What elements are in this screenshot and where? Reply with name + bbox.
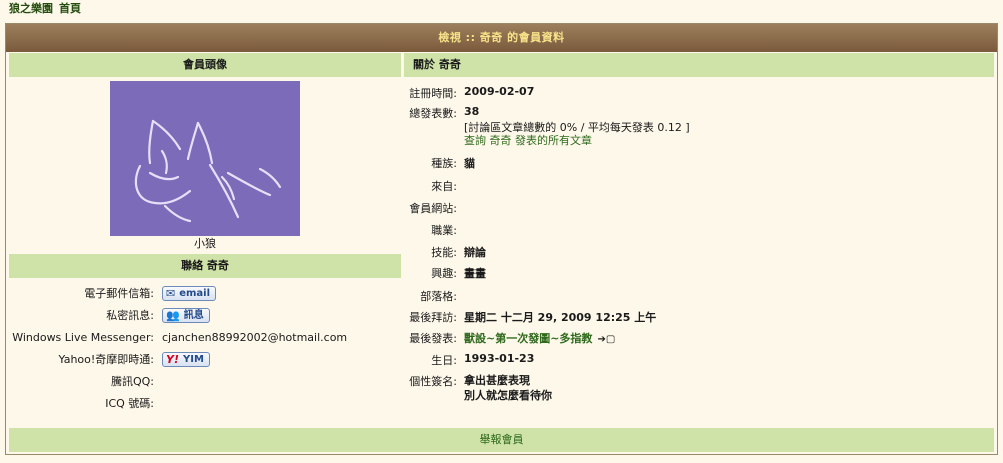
row-last-post: 最後發表: 獸設~第一次發圖~多指教 ➔▢ — [404, 330, 690, 352]
row-interest: 興趣: 畫畫 — [404, 265, 690, 288]
private-message-button[interactable]: 👥 訊息 — [162, 307, 210, 323]
occupation-label: 職業: — [431, 224, 457, 237]
icq-label: ICQ 號碼: — [105, 397, 154, 410]
yim-label: Yahoo!奇摩即時通: — [58, 353, 155, 366]
skill-value: 辯論 — [464, 246, 486, 259]
website-value — [464, 200, 690, 222]
contact-row-icq: ICQ 號碼: — [9, 392, 347, 414]
contact-heading: 聯絡 奇奇 — [9, 254, 401, 278]
private-message-button-label: 訊息 — [183, 309, 204, 321]
breadcrumb: 狼之樂園 首頁 — [0, 0, 1003, 18]
avatar-caption: 小狼 — [194, 237, 216, 250]
yim-button-label: YIM — [182, 353, 204, 365]
last-post-label: 最後發表: — [409, 332, 457, 345]
signature-line-1: 拿出甚麼表現 — [464, 374, 530, 387]
about-table: 註冊時間: 2009-02-07 總發表數: 38 [討論區文章總數的 0% /… — [404, 85, 690, 403]
last-visit-value: 星期二 十二月 29, 2009 12:25 上午 — [464, 311, 657, 324]
row-skill: 技能: 辯論 — [404, 244, 690, 265]
posts-value: 38 — [464, 105, 480, 118]
qq-label: 騰訊QQ: — [110, 375, 154, 388]
email-button[interactable]: ✉ email — [162, 285, 217, 301]
report-user-link[interactable]: 舉報會員 — [480, 433, 524, 446]
page-title: 檢視 :: 奇奇 的會員資料 — [6, 24, 997, 52]
race-label: 種族: — [431, 157, 457, 170]
breadcrumb-home-link[interactable]: 首頁 — [59, 2, 81, 15]
row-website: 會員網站: — [404, 200, 690, 222]
row-last-visit: 最後拜訪: 星期二 十二月 29, 2009 12:25 上午 — [404, 309, 690, 330]
row-posts: 總發表數: 38 [討論區文章總數的 0% / 平均每天發表 0.12 ] 查詢… — [404, 105, 690, 155]
qq-value — [160, 370, 347, 392]
interest-value: 畫畫 — [464, 267, 486, 280]
blog-label: 部落格: — [420, 290, 457, 303]
blog-value — [464, 288, 690, 309]
goto-post-icon[interactable]: ➔▢ — [597, 334, 615, 345]
last-post-link[interactable]: 獸設~第一次發圖~多指教 — [464, 332, 592, 345]
contact-row-qq: 騰訊QQ: — [9, 370, 347, 392]
joined-label: 註冊時間: — [409, 87, 457, 100]
pm-label: 私密訊息: — [106, 309, 154, 322]
race-value: 貓 — [464, 157, 475, 170]
interest-label: 興趣: — [431, 267, 457, 280]
about-heading: 關於 奇奇 — [404, 53, 994, 77]
avatar — [110, 81, 300, 236]
posts-stats: [討論區文章總數的 0% / 平均每天發表 0.12 ] — [464, 121, 690, 134]
row-signature: 個性簽名: 拿出甚麼表現 別人就怎麼看待你 — [404, 373, 690, 403]
birthday-value: 1993-01-23 — [464, 352, 535, 365]
website-label: 會員網站: — [409, 202, 457, 215]
contact-row-email: 電子郵件信箱: ✉ email — [9, 282, 347, 304]
yahoo-icon: Y! — [166, 352, 179, 366]
footer-bar: 舉報會員 — [9, 428, 994, 452]
envelope-icon: ✉ — [166, 286, 176, 300]
breadcrumb-forum-link[interactable]: 狼之樂園 — [9, 2, 53, 15]
last-visit-label: 最後拜訪: — [409, 311, 457, 324]
row-race: 種族: 貓 — [404, 155, 690, 178]
contact-table: 電子郵件信箱: ✉ email 私密訊息: 👥 訊息 Windows Live … — [9, 282, 347, 414]
profile-panel: 檢視 :: 奇奇 的會員資料 會員頭像 小狼 聯絡 奇奇 電子郵件信箱: ✉ e… — [5, 23, 998, 455]
row-birthday: 生日: 1993-01-23 — [404, 352, 690, 373]
row-location: 來自: — [404, 178, 690, 200]
msn-value: cjanchen88992002@hotmail.com — [162, 330, 348, 344]
search-user-posts-link[interactable]: 查詢 奇奇 發表的所有文章 — [464, 134, 592, 147]
avatar-heading: 會員頭像 — [9, 53, 401, 77]
location-value — [464, 178, 690, 200]
contact-row-yim: Yahoo!奇摩即時通: Y! YIM — [9, 348, 347, 370]
location-label: 來自: — [431, 180, 457, 193]
icq-value — [160, 392, 347, 414]
yim-button[interactable]: Y! YIM — [162, 351, 210, 367]
row-occupation: 職業: — [404, 222, 690, 244]
row-blog: 部落格: — [404, 288, 690, 309]
contact-row-msn: Windows Live Messenger: cjanchen88992002… — [9, 326, 347, 348]
avatar-block: 小狼 — [9, 77, 401, 254]
msn-label: Windows Live Messenger: — [12, 330, 154, 344]
skill-label: 技能: — [431, 246, 457, 259]
posts-label: 總發表數: — [409, 107, 457, 120]
left-column: 會員頭像 小狼 聯絡 奇奇 電子郵件信箱: ✉ email 私密訊息: 👥 訊息… — [9, 53, 401, 414]
row-joined: 註冊時間: 2009-02-07 — [404, 85, 690, 105]
contact-row-pm: 私密訊息: 👥 訊息 — [9, 304, 347, 326]
right-column: 關於 奇奇 註冊時間: 2009-02-07 總發表數: 38 [討論區文章總數… — [404, 53, 994, 403]
occupation-value — [464, 222, 690, 244]
signature-line-2: 別人就怎麼看待你 — [464, 389, 552, 402]
users-icon: 👥 — [166, 308, 180, 322]
joined-value: 2009-02-07 — [464, 85, 535, 98]
birthday-label: 生日: — [431, 354, 457, 367]
signature-label: 個性簽名: — [409, 375, 457, 388]
email-label: 電子郵件信箱: — [84, 287, 154, 300]
email-button-label: email — [179, 287, 211, 299]
